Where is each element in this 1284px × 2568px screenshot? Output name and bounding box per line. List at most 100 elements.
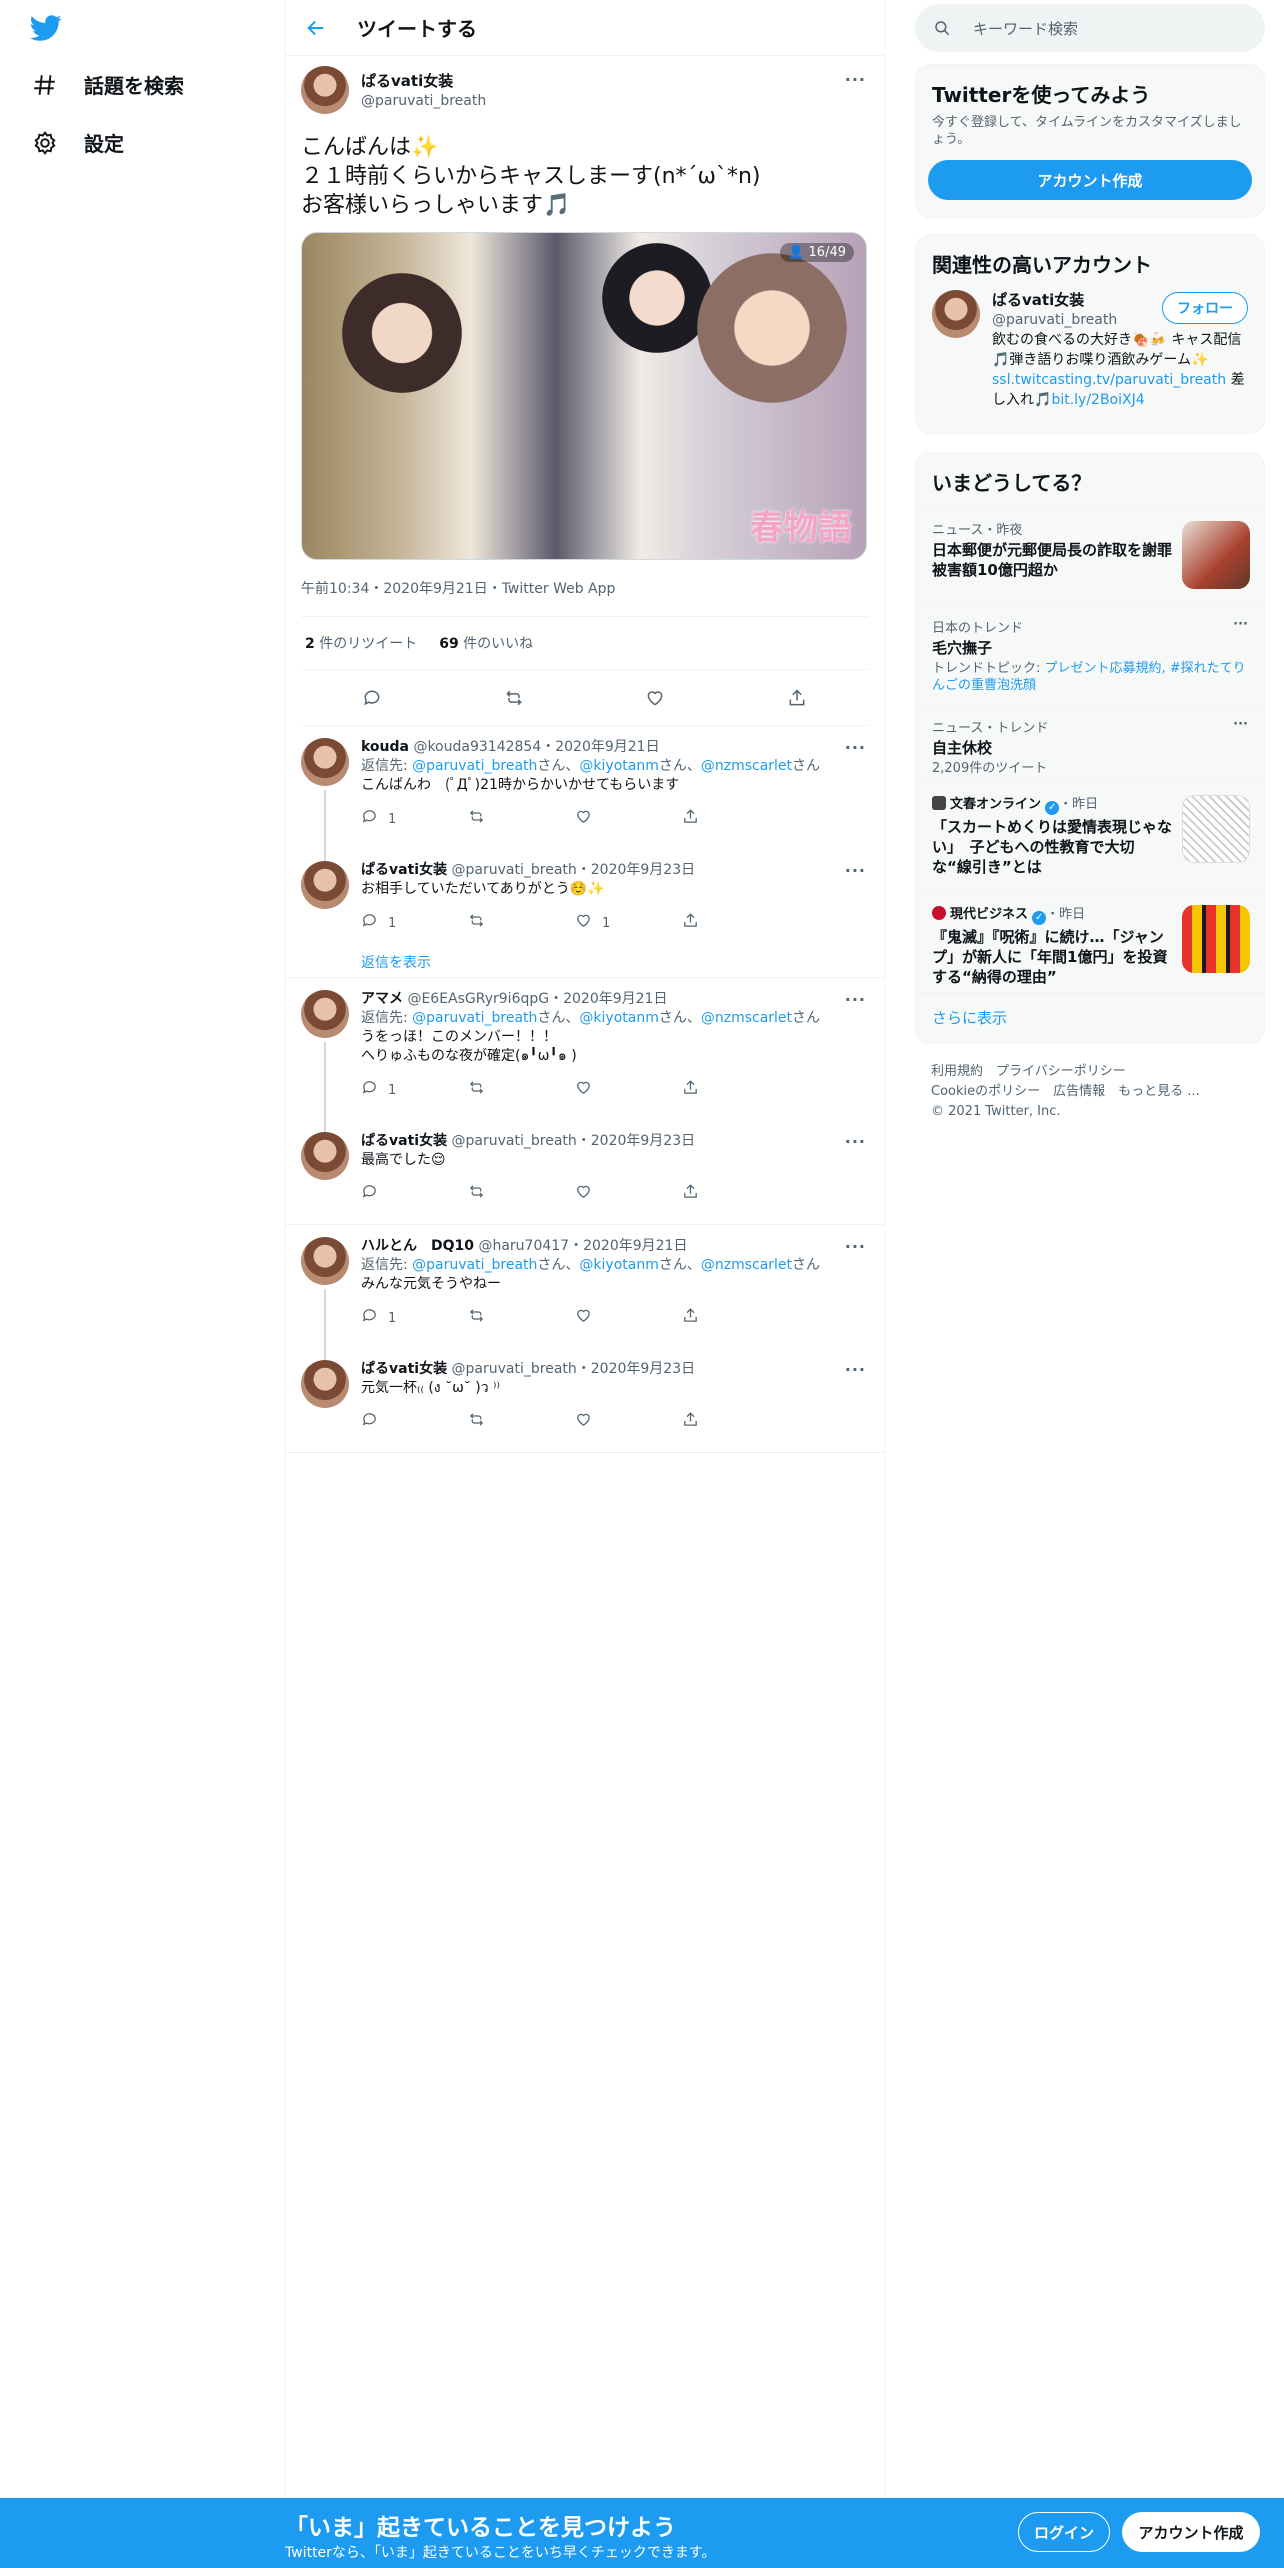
mention-link[interactable]: @nzmscarlet — [701, 1010, 792, 1026]
retweets-stat[interactable]: 2 件のリツイート — [305, 633, 417, 653]
show-replies-link[interactable]: 返信を表示 — [361, 947, 884, 977]
nav-explore[interactable]: 話題を検索 — [32, 70, 184, 99]
nav-settings[interactable]: 設定 — [32, 128, 124, 157]
like-button[interactable] — [575, 1307, 682, 1330]
like-button[interactable] — [575, 1183, 682, 1206]
mention-link[interactable]: @paruvati_breath — [412, 1257, 537, 1273]
likes-stat[interactable]: 69 件のいいね — [439, 633, 533, 653]
show-more-link[interactable]: さらに表示 — [916, 992, 1264, 1042]
more-options-icon[interactable]: ··· — [1233, 617, 1248, 632]
cookie-link[interactable]: Cookieのポリシー — [931, 1084, 1040, 1099]
bio-link[interactable]: bit.ly/2BoiXJ4 — [1051, 392, 1144, 408]
search-box[interactable]: キーワード検索 — [915, 4, 1265, 52]
reply-date[interactable]: ・2020年9月23日 — [577, 862, 695, 878]
share-button[interactable] — [682, 1183, 789, 1206]
reply-display-name[interactable]: アマメ — [361, 991, 403, 1007]
retweet-button[interactable] — [468, 1183, 575, 1206]
retweet-icon[interactable] — [504, 688, 524, 708]
mention-link[interactable]: @kiyotanm — [579, 1010, 658, 1026]
avatar[interactable] — [301, 1360, 349, 1408]
reply-handle[interactable]: @paruvati_breath — [452, 862, 577, 878]
reply-icon[interactable] — [362, 688, 382, 708]
reply-handle[interactable]: @haru70417 — [478, 1238, 569, 1254]
mention-link[interactable]: @nzmscarlet — [701, 1257, 792, 1273]
bio-link[interactable]: ssl.twitcasting.tv/paruvati_breath — [992, 372, 1226, 388]
avatar[interactable] — [301, 738, 349, 786]
reply-button[interactable] — [361, 1183, 468, 1206]
share-button[interactable] — [682, 1307, 789, 1330]
more-options-icon[interactable]: ··· — [845, 1132, 866, 1151]
trend-item[interactable]: 文春オンライン ✓ ・昨日 「スカートめくりは愛情表現じゃない」 子どもへの性教育… — [916, 782, 1264, 892]
terms-link[interactable]: 利用規約 — [931, 1064, 983, 1079]
trend-item[interactable]: ニュース・トレンド 自主休校 2,209件のツイート ··· — [916, 706, 1264, 782]
more-options-icon[interactable]: ··· — [1233, 717, 1248, 732]
reply-button[interactable]: 1 — [361, 1307, 468, 1330]
privacy-link[interactable]: プライバシーポリシー — [996, 1064, 1126, 1079]
reply-date[interactable]: ・2020年9月21日 — [541, 739, 659, 755]
reply-tweet[interactable]: ··· kouda @kouda93142854・2020年9月21日 返信先: @… — [285, 726, 884, 861]
avatar[interactable] — [301, 1132, 349, 1180]
retweet-button[interactable] — [468, 808, 575, 831]
reply-button[interactable] — [361, 1411, 468, 1434]
reply-tweet[interactable]: ··· アマメ @E6EAsGRyr9i6qpG・2020年9月21日 返信先: @… — [285, 978, 884, 1132]
reply-display-name[interactable]: ハルとん DQ10 — [361, 1238, 474, 1254]
share-button[interactable] — [682, 912, 789, 935]
reply-tweet[interactable]: ··· ぱるvati女装 @paruvati_breath・2020年9月23日お… — [285, 849, 884, 947]
reply-handle[interactable]: @E6EAsGRyr9i6qpG — [407, 991, 549, 1007]
signup-button[interactable]: アカウント作成 — [1122, 2512, 1260, 2552]
more-options-icon[interactable]: ··· — [845, 990, 866, 1009]
login-button[interactable]: ログイン — [1018, 2512, 1110, 2552]
tweet-handle[interactable]: @paruvati_breath — [361, 93, 868, 109]
mention-link[interactable]: @paruvati_breath — [412, 1010, 537, 1026]
tweet-photo[interactable]: 👤 16/49 春物語 — [301, 232, 867, 560]
related-account[interactable]: ぱるvati女装 @paruvati_breath 飲むの食べるの大好き🍖🍻 キ… — [916, 278, 1264, 422]
reply-tweet[interactable]: ··· ぱるvati女装 @paruvati_breath・2020年9月23日元… — [285, 1348, 884, 1446]
reply-handle[interactable]: @paruvati_breath — [452, 1361, 577, 1377]
reply-date[interactable]: ・2020年9月23日 — [577, 1133, 695, 1149]
reply-display-name[interactable]: ぱるvati女装 — [361, 862, 447, 878]
search-input[interactable]: キーワード検索 — [973, 18, 1078, 39]
reply-date[interactable]: ・2020年9月23日 — [577, 1361, 695, 1377]
mention-link[interactable]: @kiyotanm — [579, 1257, 658, 1273]
avatar[interactable] — [932, 290, 980, 338]
back-arrow-icon[interactable] — [305, 17, 327, 39]
mention-link[interactable]: @kiyotanm — [579, 758, 658, 774]
retweet-button[interactable] — [468, 1307, 575, 1330]
more-options-icon[interactable]: ··· — [845, 70, 866, 89]
tweet-display-name[interactable]: ぱるvati女装 — [361, 70, 868, 91]
more-options-icon[interactable]: ··· — [845, 1360, 866, 1379]
share-button[interactable] — [682, 1079, 789, 1102]
like-button[interactable] — [575, 1079, 682, 1102]
footer-more-link[interactable]: もっと見る ... — [1118, 1084, 1200, 1099]
retweet-button[interactable] — [468, 912, 575, 935]
reply-handle[interactable]: @kouda93142854 — [413, 739, 541, 755]
like-button[interactable] — [575, 1411, 682, 1434]
mention-link[interactable]: @nzmscarlet — [701, 758, 792, 774]
trend-item[interactable]: ニュース・昨夜 日本郵便が元郵便局長の詐取を謝罪 被害額10億円超か — [916, 508, 1264, 606]
reply-display-name[interactable]: ぱるvati女装 — [361, 1133, 447, 1149]
share-icon[interactable] — [787, 688, 807, 708]
avatar[interactable] — [301, 66, 349, 114]
tweet-timestamp[interactable]: 午前10:34・2020年9月21日・Twitter Web App — [301, 578, 868, 617]
avatar[interactable] — [301, 861, 349, 909]
share-button[interactable] — [682, 808, 789, 831]
reply-button[interactable]: 1 — [361, 1079, 468, 1102]
create-account-button[interactable]: アカウント作成 — [928, 160, 1252, 200]
reply-tweet[interactable]: ··· ハルとん DQ10 @haru70417・2020年9月21日 返信先: @… — [285, 1225, 884, 1360]
reply-date[interactable]: ・2020年9月21日 — [549, 991, 667, 1007]
trend-item[interactable]: 現代ビジネス ✓ ・昨日 『鬼滅』『呪術』に続け…「ジャンプ」が新人に「年間1億円… — [916, 892, 1264, 992]
avatar[interactable] — [301, 990, 349, 1038]
follow-button[interactable]: フォロー — [1162, 292, 1248, 324]
twitter-logo-icon[interactable] — [28, 12, 64, 44]
like-button[interactable]: 1 — [575, 912, 682, 935]
more-options-icon[interactable]: ··· — [845, 861, 866, 880]
mention-link[interactable]: @paruvati_breath — [412, 758, 537, 774]
reply-handle[interactable]: @paruvati_breath — [452, 1133, 577, 1149]
share-button[interactable] — [682, 1411, 789, 1434]
more-options-icon[interactable]: ··· — [845, 1237, 866, 1256]
retweet-button[interactable] — [468, 1411, 575, 1434]
reply-tweet[interactable]: ··· ぱるvati女装 @paruvati_breath・2020年9月23日最… — [285, 1120, 884, 1218]
reply-display-name[interactable]: ぱるvati女装 — [361, 1361, 447, 1377]
like-icon[interactable] — [645, 688, 665, 708]
retweet-button[interactable] — [468, 1079, 575, 1102]
